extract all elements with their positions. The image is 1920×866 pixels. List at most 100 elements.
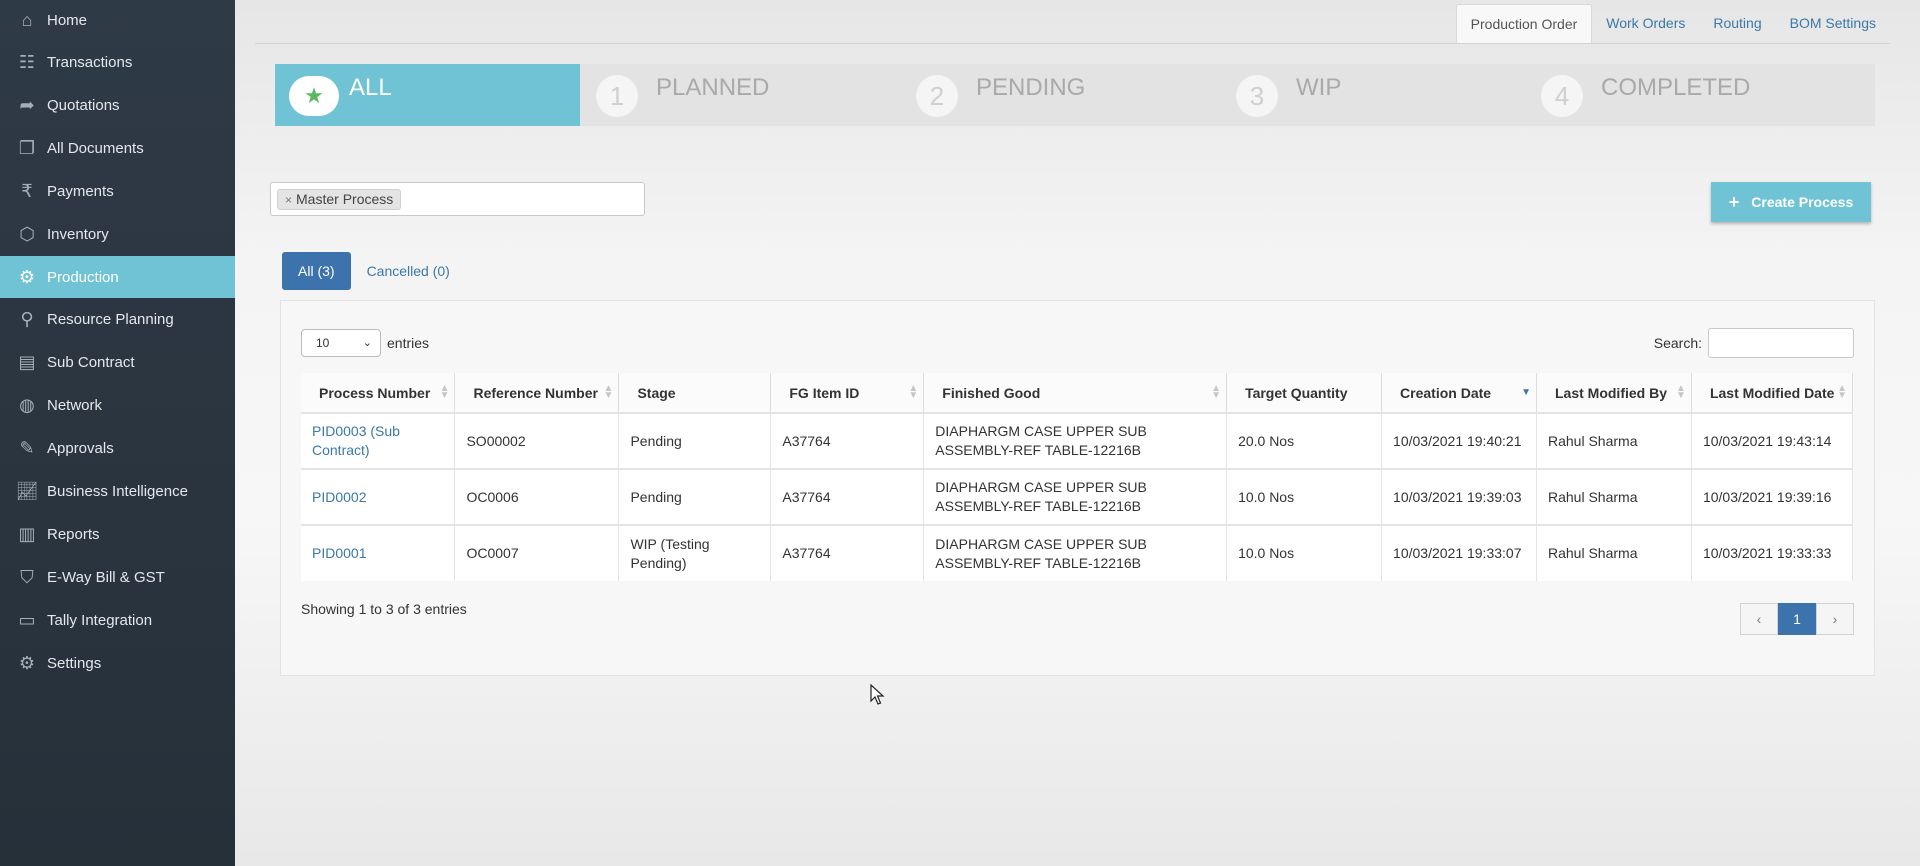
step-all[interactable]: ★ ALL bbox=[275, 64, 580, 126]
sidebar-item-network[interactable]: ◍ Network bbox=[0, 384, 235, 426]
close-icon[interactable]: × bbox=[285, 193, 292, 207]
last-modified-date: 10/03/2021 19:43:14 bbox=[1691, 412, 1854, 469]
sidebar-item-settings[interactable]: ⚙ Settings bbox=[0, 642, 235, 684]
filter-chip-label: Master Process bbox=[296, 191, 394, 207]
sidebar-item-reports[interactable]: ▥ Reports bbox=[0, 513, 235, 555]
stage: WIP (Testing Pending) bbox=[618, 524, 772, 581]
file-icon: ▤ bbox=[18, 351, 36, 372]
step-planned[interactable]: 1 PLANNED bbox=[580, 64, 900, 126]
sidebar-item-label: Reports bbox=[47, 525, 100, 543]
sidebar-item-sub-contract[interactable]: ▤ Sub Contract bbox=[0, 341, 235, 383]
tab-cancelled[interactable]: Cancelled (0) bbox=[351, 252, 466, 290]
process-number-link[interactable]: PID0003 (Sub Contract) bbox=[301, 412, 456, 469]
next-page-button[interactable]: › bbox=[1816, 603, 1854, 635]
step-label: PLANNED bbox=[656, 74, 770, 101]
tab-work-orders[interactable]: Work Orders bbox=[1592, 4, 1699, 44]
globe-icon: ◍ bbox=[19, 394, 35, 415]
sidebar-item-all-documents[interactable]: ❐ All Documents bbox=[0, 127, 235, 169]
col-reference-number[interactable]: Reference Number ▲ ▼ bbox=[454, 373, 620, 413]
col-creation-date[interactable]: Creation Date ▼ bbox=[1381, 373, 1537, 413]
sort-icon: ▲ ▼ bbox=[1211, 383, 1222, 401]
main-content: Production Order Work Orders Routing BOM… bbox=[235, 0, 1920, 866]
sidebar-item-inventory[interactable]: ⬡ Inventory bbox=[0, 213, 235, 255]
process-number-link[interactable]: PID0001 bbox=[301, 524, 456, 581]
entries-select[interactable]: 10 ⌄ bbox=[301, 329, 381, 357]
prev-page-button[interactable]: ‹ bbox=[1740, 603, 1778, 635]
production-icon: ⚙ bbox=[18, 266, 36, 287]
sidebar-item-eway-bill-gst[interactable]: ⛉ E-Way Bill & GST bbox=[0, 556, 235, 598]
step-number: 1 bbox=[596, 75, 638, 117]
pagination: ‹ 1 › bbox=[1740, 603, 1854, 635]
tab-bom-settings[interactable]: BOM Settings bbox=[1776, 4, 1890, 44]
step-completed[interactable]: 4 COMPLETED bbox=[1525, 64, 1875, 126]
rupee-icon: ₹ bbox=[21, 180, 33, 201]
col-process-number[interactable]: Process Number ▲ ▼ bbox=[301, 373, 456, 413]
step-wip[interactable]: 3 WIP bbox=[1220, 64, 1525, 126]
sidebar-item-production[interactable]: ⚙ Production bbox=[0, 256, 235, 298]
reference-number: OC0007 bbox=[454, 524, 620, 581]
col-last-modified-by[interactable]: Last Modified By ▲ ▼ bbox=[1536, 373, 1692, 413]
col-target-quantity[interactable]: Target Quantity bbox=[1226, 373, 1383, 413]
sidebar-item-label: Network bbox=[47, 396, 103, 414]
col-last-modified-date[interactable]: Last Modified Date ▲ ▼ bbox=[1691, 373, 1854, 413]
sidebar-item-resource-planning[interactable]: ⚲ Resource Planning bbox=[0, 298, 235, 340]
approvals-icon: ✎ bbox=[19, 437, 35, 458]
entries-label: entries bbox=[387, 335, 430, 351]
step-label: PENDING bbox=[976, 74, 1086, 101]
chart-icon: 📈︎ bbox=[15, 480, 39, 501]
home-icon: ⌂ bbox=[21, 9, 33, 30]
stage-stepper: ★ ALL 1 PLANNED 2 PENDING 3 WIP 4 COMPLE… bbox=[275, 64, 1875, 126]
col-stage[interactable]: Stage bbox=[618, 373, 772, 413]
sort-icon: ▲ ▼ bbox=[1676, 383, 1686, 401]
sidebar-item-label: Sub Contract bbox=[47, 353, 135, 371]
col-finished-good[interactable]: Finished Good ▲ ▼ bbox=[923, 373, 1228, 413]
step-pending[interactable]: 2 PENDING bbox=[900, 64, 1220, 126]
sidebar-item-payments[interactable]: ₹ Payments bbox=[0, 170, 235, 212]
sidebar-item-approvals[interactable]: ✎ Approvals bbox=[0, 427, 235, 469]
sidebar-item-quotations[interactable]: ➦ Quotations bbox=[0, 84, 235, 126]
search-input[interactable] bbox=[1708, 328, 1854, 358]
fg-item-id: A37764 bbox=[770, 468, 925, 525]
creation-date: 10/03/2021 19:40:21 bbox=[1381, 412, 1537, 469]
resource-icon: ⚲ bbox=[20, 308, 34, 329]
tab-routing[interactable]: Routing bbox=[1699, 4, 1775, 44]
table-row: PID0002 OC0006 Pending A37764 DIAPHARGM … bbox=[301, 468, 1854, 525]
tab-all[interactable]: All (3) bbox=[282, 252, 351, 290]
sidebar-item-business-intelligence[interactable]: 📈︎ Business Intelligence bbox=[0, 470, 235, 512]
top-tabs: Production Order Work Orders Routing BOM… bbox=[1455, 4, 1890, 44]
sidebar-item-transactions[interactable]: ☷ Transactions bbox=[0, 41, 235, 83]
finished-good: DIAPHARGM CASE UPPER SUB ASSEMBLY-REF TA… bbox=[923, 468, 1228, 525]
page-1-button[interactable]: 1 bbox=[1778, 603, 1816, 635]
sort-icon: ▲ ▼ bbox=[603, 383, 614, 401]
create-process-label: Create Process bbox=[1751, 194, 1854, 210]
search-label: Search: bbox=[1653, 335, 1702, 351]
mouse-cursor-icon bbox=[870, 684, 885, 705]
step-label: WIP bbox=[1296, 74, 1342, 101]
step-label: COMPLETED bbox=[1601, 74, 1751, 101]
process-filter-input[interactable]: × Master Process bbox=[270, 182, 645, 216]
sidebar-item-home[interactable]: ⌂ Home bbox=[0, 0, 235, 41]
step-label: ALL bbox=[349, 74, 392, 101]
process-number-link[interactable]: PID0002 bbox=[301, 468, 456, 525]
sidebar-item-label: Production bbox=[47, 268, 119, 286]
entries-select-value: 10 bbox=[316, 336, 330, 350]
last-modified-date: 10/03/2021 19:33:33 bbox=[1691, 524, 1854, 581]
plus-icon: + bbox=[1728, 191, 1740, 212]
last-modified-by: Rahul Sharma bbox=[1536, 524, 1692, 581]
step-number: 2 bbox=[916, 75, 958, 117]
create-process-button[interactable]: + Create Process bbox=[1711, 182, 1871, 222]
entries-control: 10 ⌄ entries bbox=[301, 329, 429, 357]
target-quantity: 10.0 Nos bbox=[1226, 468, 1383, 525]
reference-number: SO00002 bbox=[454, 412, 620, 469]
last-modified-by: Rahul Sharma bbox=[1536, 468, 1692, 525]
chevron-down-icon: ⌄ bbox=[362, 337, 372, 349]
tab-production-order[interactable]: Production Order bbox=[1455, 4, 1593, 44]
last-modified-date: 10/03/2021 19:39:16 bbox=[1691, 468, 1854, 525]
star-icon: ★ bbox=[289, 76, 339, 116]
sidebar-item-label: All Documents bbox=[47, 139, 144, 157]
sidebar-item-label: Approvals bbox=[47, 439, 114, 457]
sidebar-item-tally-integration[interactable]: ▭ Tally Integration bbox=[0, 599, 235, 641]
sort-desc-icon: ▼ bbox=[1521, 387, 1531, 398]
sort-icon: ▲ ▼ bbox=[908, 383, 919, 401]
col-fg-item-id[interactable]: FG Item ID ▲ ▼ bbox=[770, 373, 925, 413]
